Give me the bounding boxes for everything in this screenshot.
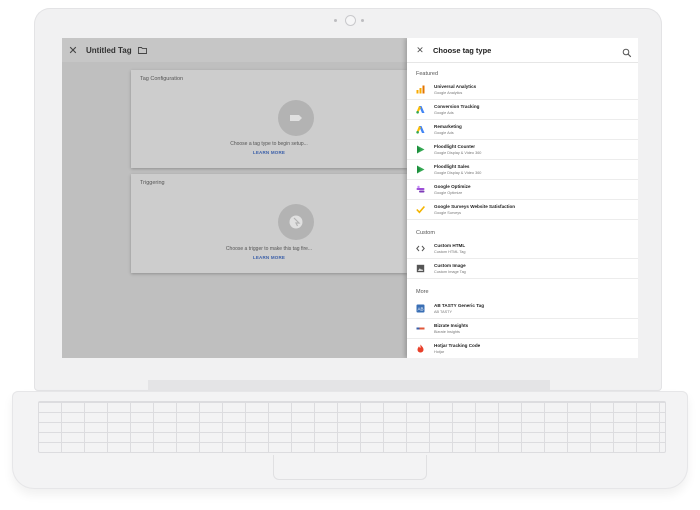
folder-icon[interactable] xyxy=(137,46,147,54)
card-description: Choose a trigger to make this tag fire..… xyxy=(225,246,313,252)
tag-type-item[interactable]: Conversion Tracking Google Ads xyxy=(407,100,638,120)
svg-text:AB: AB xyxy=(417,306,423,311)
card-title: Triggering xyxy=(140,180,165,186)
item-subtitle: Google Surveys xyxy=(434,211,462,215)
webcam xyxy=(345,15,356,26)
tag-type-item[interactable]: Hotjar Tracking Code Hotjar xyxy=(407,339,638,358)
item-subtitle: Google Display & Video 360 xyxy=(434,171,482,175)
section-custom: Custom xyxy=(416,230,435,236)
close-icon[interactable]: ✕ xyxy=(407,45,433,56)
item-name: Custom Image xyxy=(434,263,466,268)
floodlight-icon xyxy=(416,165,425,174)
learn-more-link[interactable]: LEARN MORE xyxy=(131,255,407,260)
item-subtitle: Custom HTML Tag xyxy=(434,250,466,254)
choose-tag-type-panel: ✕ Choose tag type Featured Universal Ana… xyxy=(407,38,638,358)
optimize-icon xyxy=(416,185,425,194)
item-subtitle: Google Ads xyxy=(434,131,454,135)
panel-title: Choose tag type xyxy=(433,45,492,55)
panel-header: ✕ Choose tag type xyxy=(407,38,638,63)
item-name: Bizrate Insights xyxy=(434,323,469,328)
item-name: Conversion Tracking xyxy=(434,104,480,109)
item-name: AB TASTY Generic Tag xyxy=(434,303,485,308)
tag-type-item[interactable]: Custom Image Custom Image Tag xyxy=(407,259,638,279)
tag-placeholder-icon[interactable] xyxy=(278,100,314,136)
learn-more-link[interactable]: LEARN MORE xyxy=(131,150,407,155)
item-name: Google Optimize xyxy=(434,184,471,189)
tag-editor-header: ✕ Untitled Tag xyxy=(62,38,407,62)
tag-type-item[interactable]: Bizrate Insights Bizrate Insights xyxy=(407,319,638,339)
item-name: Floodlight Counter xyxy=(434,144,476,149)
tag-type-item[interactable]: Google Optimize Google Optimize xyxy=(407,180,638,200)
tag-configuration-card[interactable]: Tag Configuration Choose a tag type to b… xyxy=(131,70,407,168)
section-featured: Featured xyxy=(416,71,439,77)
tag-type-item[interactable]: Custom HTML Custom HTML Tag xyxy=(407,239,638,259)
tag-type-item[interactable]: Floodlight Sales Google Display & Video … xyxy=(407,160,638,180)
item-subtitle: Hotjar xyxy=(434,350,445,354)
search-icon[interactable] xyxy=(622,45,632,58)
triggering-card[interactable]: Triggering Choose a trigger to make this… xyxy=(131,174,407,273)
tag-type-item[interactable]: Universal Analytics Google Analytics xyxy=(407,80,638,100)
item-subtitle: Google Analytics xyxy=(434,91,463,95)
tag-type-item[interactable]: Remarketing Google Ads xyxy=(407,120,638,140)
tag-type-item[interactable]: Google Surveys Website Satisfaction Goog… xyxy=(407,200,638,220)
floodlight-icon xyxy=(416,145,425,154)
item-name: Universal Analytics xyxy=(434,84,477,89)
surveys-icon xyxy=(416,205,425,214)
image-icon xyxy=(416,264,425,273)
item-name: Hotjar Tracking Code xyxy=(434,343,481,348)
section-more: More xyxy=(416,289,429,295)
google-ads-icon xyxy=(416,125,425,134)
item-subtitle: AB TASTY xyxy=(434,310,453,314)
item-subtitle: Google Optimize xyxy=(434,191,463,195)
trigger-placeholder-icon[interactable] xyxy=(278,204,314,240)
bizrate-icon xyxy=(416,324,425,333)
item-subtitle: Bizrate Insights xyxy=(434,330,460,334)
webcam-sensor-left xyxy=(334,19,337,22)
trackpad xyxy=(273,455,427,480)
item-name: Remarketing xyxy=(434,124,462,129)
google-ads-icon xyxy=(416,105,425,114)
hotjar-icon xyxy=(416,344,425,353)
item-subtitle: Custom Image Tag xyxy=(434,270,466,274)
abtasty-icon: AB xyxy=(416,304,425,313)
item-name: Custom HTML xyxy=(434,243,466,248)
card-description: Choose a tag type to begin setup... xyxy=(230,141,308,147)
item-subtitle: Google Ads xyxy=(434,111,454,115)
page-title: Untitled Tag xyxy=(86,45,132,55)
item-subtitle: Google Display & Video 360 xyxy=(434,151,482,155)
webcam-sensor-right xyxy=(361,19,364,22)
tag-type-item[interactable]: AB AB TASTY Generic Tag AB TASTY xyxy=(407,299,638,319)
item-name: Floodlight Sales xyxy=(434,164,470,169)
close-icon[interactable]: ✕ xyxy=(62,44,84,57)
tag-type-item[interactable]: Floodlight Counter Google Display & Vide… xyxy=(407,140,638,160)
card-title: Tag Configuration xyxy=(140,76,184,82)
keyboard xyxy=(38,401,666,453)
analytics-icon xyxy=(416,85,425,94)
screen: ✕ Untitled Tag Tag Configuration Choose … xyxy=(62,38,638,358)
code-icon xyxy=(416,244,425,253)
item-name: Google Surveys Website Satisfaction xyxy=(434,204,516,209)
